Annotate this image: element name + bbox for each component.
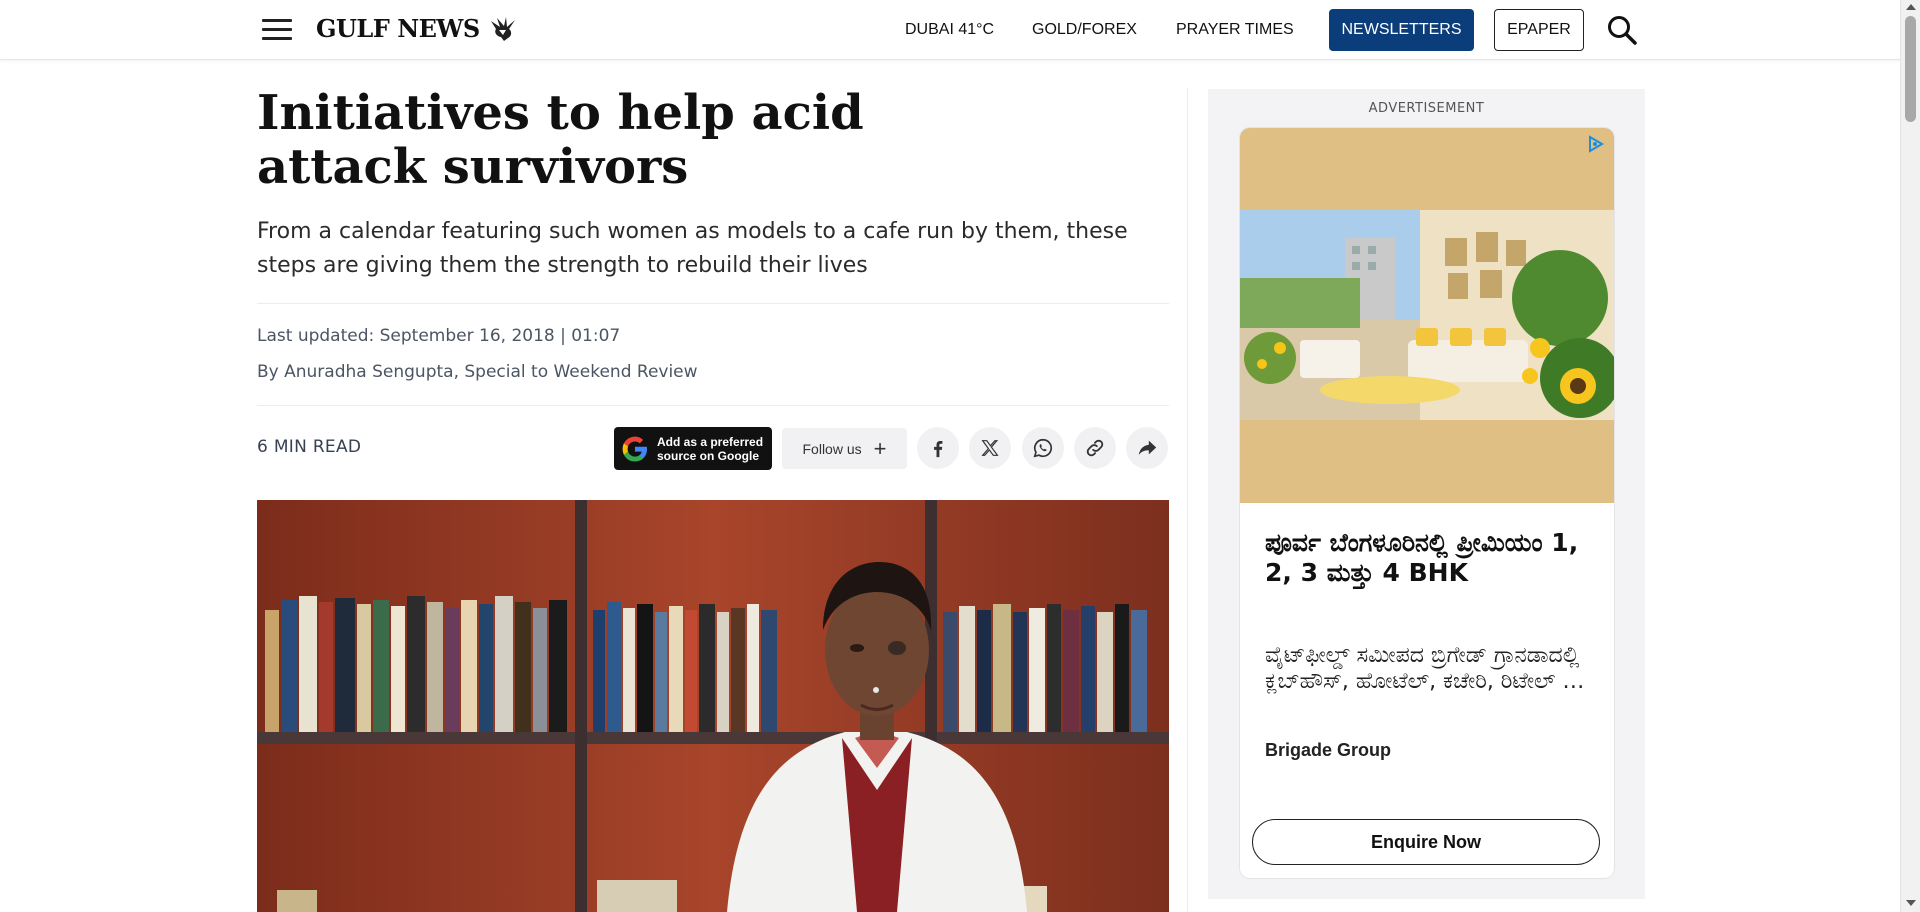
hero-photo-illustration	[257, 500, 1169, 912]
site-header: GULF NEWS DUBAI 41°C GOLD/FOREX PRAYER T…	[0, 0, 1900, 60]
follow-us-label: Follow us	[802, 440, 862, 457]
search-icon[interactable]	[1606, 14, 1638, 46]
ad-image[interactable]	[1240, 128, 1614, 503]
last-updated: Last updated: September 16, 2018 | 01:07	[257, 326, 621, 346]
copy-link-button[interactable]	[1074, 427, 1116, 469]
google-source-line2: source on Google	[657, 448, 760, 463]
menu-icon[interactable]	[262, 19, 292, 41]
google-source-line1: Add as a preferred	[657, 434, 764, 449]
google-g-icon	[622, 436, 647, 461]
read-time: 6 MIN READ	[257, 437, 362, 457]
article-hero-image	[257, 500, 1169, 912]
column-divider	[1187, 88, 1188, 912]
adchoices-icon[interactable]	[1586, 134, 1606, 154]
follow-us-button[interactable]: Follow us +	[782, 428, 907, 469]
advertisement-label: ADVERTISEMENT	[1368, 101, 1485, 116]
share-button[interactable]	[1126, 427, 1168, 469]
epaper-button[interactable]: EPAPER	[1494, 9, 1584, 51]
ad-description: ವೈಟ್‌ಫೀಲ್ಡ್ ಸಮೀಪದ ಬ್ರಿಗೇಡ್ ಗ್ರಾನಡಾದಲ್ಲಿ …	[1265, 643, 1585, 694]
whatsapp-icon	[1033, 438, 1053, 458]
x-icon	[981, 440, 999, 456]
plus-icon: +	[873, 435, 887, 461]
divider	[257, 405, 1169, 406]
nav-weather[interactable]: DUBAI 41°C	[905, 21, 994, 39]
facebook-icon	[934, 440, 943, 458]
ad-title[interactable]: ಪೂರ್ವ ಬೆಂಗಳೂರಿನಲ್ಲಿ ಪ್ರೀಮಿಯಂ 1, 2, 3 ಮತ್…	[1265, 528, 1595, 588]
share-icon	[1138, 440, 1157, 455]
enquire-now-button[interactable]: Enquire Now	[1252, 819, 1600, 865]
site-logo[interactable]: GULF NEWS	[316, 14, 518, 43]
ad-brand: Brigade Group	[1265, 740, 1392, 760]
advertisement-panel: ADVERTISEMENT ಪೂರ್ವ ಬೆಂಗಳೂರಿನಲ್ಲಿ ಪ್ರೀಮಿ…	[1208, 89, 1645, 899]
nav-prayer-times[interactable]: PRAYER TIMES	[1176, 21, 1294, 39]
google-source-label: Add as a preferred source on Google	[657, 435, 763, 463]
google-preferred-source-button[interactable]: Add as a preferred source on Google	[614, 427, 772, 470]
article-subheadline: From a calendar featuring such women as …	[257, 219, 1128, 278]
link-icon	[1086, 439, 1104, 457]
article-headline: Initiatives to help acid attack survivor…	[257, 85, 864, 195]
nav-gold-forex[interactable]: GOLD/FOREX	[1032, 21, 1137, 39]
facebook-share-button[interactable]	[917, 427, 959, 469]
whatsapp-share-button[interactable]	[1022, 427, 1064, 469]
x-share-button[interactable]	[969, 427, 1011, 469]
article-byline: By Anuradha Sengupta, Special to Weekend…	[257, 362, 698, 382]
logo-text: GULF NEWS	[316, 14, 480, 43]
divider	[257, 303, 1169, 304]
scroll-down-arrow-icon[interactable]	[1906, 900, 1916, 906]
scroll-up-arrow-icon[interactable]	[1906, 4, 1916, 10]
ad-card[interactable]: ಪೂರ್ವ ಬೆಂಗಳೂರಿನಲ್ಲಿ ಪ್ರೀಮಿಯಂ 1, 2, 3 ಮತ್…	[1240, 128, 1614, 878]
ad-balcony-illustration	[1240, 128, 1614, 503]
newsletters-button[interactable]: NEWSLETTERS	[1329, 9, 1474, 51]
falcon-logo-icon	[490, 16, 515, 41]
scrollbar-thumb[interactable]	[1905, 16, 1916, 122]
page-scrollbar[interactable]	[1900, 0, 1920, 912]
